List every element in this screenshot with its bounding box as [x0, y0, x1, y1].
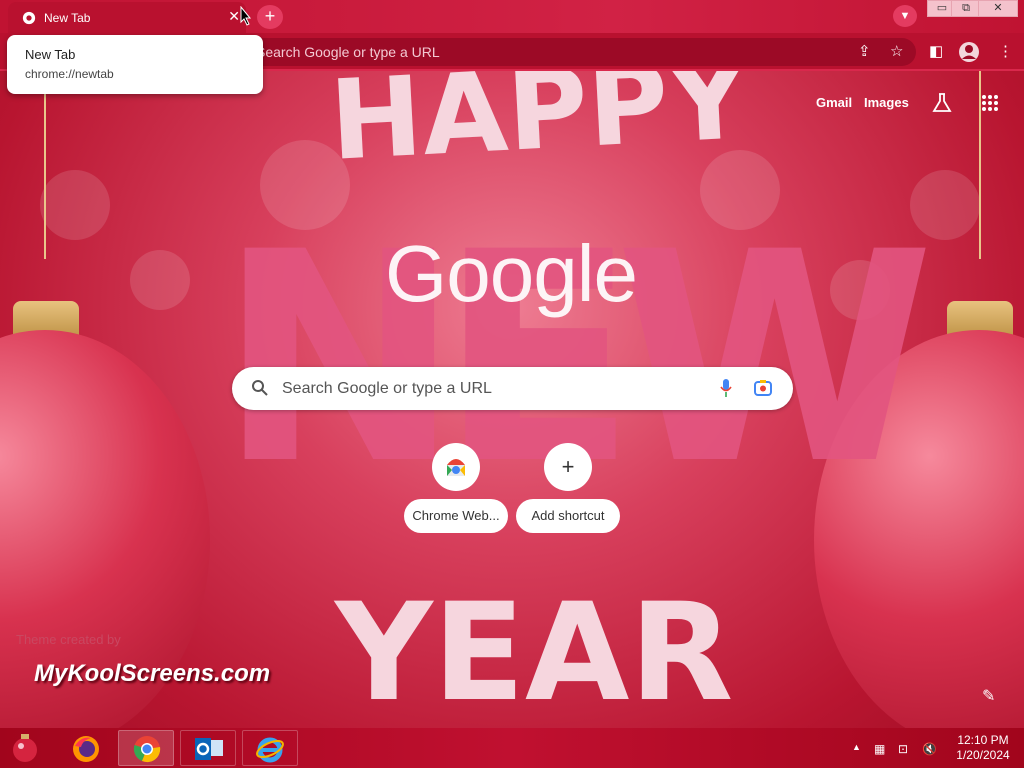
tray-volume-muted-icon[interactable]: 🔇 — [922, 742, 937, 756]
year-art: YEAR — [335, 574, 734, 731]
start-ornament-icon[interactable] — [8, 732, 42, 764]
restore-button[interactable]: ⧉ — [951, 0, 981, 17]
clock-date: 1/20/2024 — [956, 748, 1010, 762]
tab-hover-title: New Tab — [25, 47, 76, 62]
taskbar-firefox[interactable] — [58, 730, 114, 766]
add-shortcut-button[interactable]: + — [544, 443, 592, 491]
tab-hover-card: New Tab chrome://newtab — [7, 35, 263, 94]
mouse-cursor-icon — [240, 6, 252, 26]
taskbar — [0, 728, 1024, 768]
tray-network-icon[interactable]: ▦ — [874, 742, 885, 756]
google-logo: Google — [385, 229, 638, 318]
taskbar-internet-explorer[interactable] — [242, 730, 298, 766]
watermark-text: MyKoolScreens.com — [34, 660, 271, 687]
shortcut-chrome-web-store-label[interactable]: Chrome Web... — [404, 499, 508, 533]
tab-close-icon[interactable]: ✕ — [228, 8, 240, 25]
chrome-icon — [22, 11, 36, 25]
voice-search-icon[interactable] — [719, 378, 733, 398]
tab-hover-url: chrome://newtab — [25, 67, 114, 81]
search-box[interactable] — [232, 367, 793, 410]
firefox-icon — [73, 736, 99, 762]
system-clock[interactable]: 12:10 PM 1/20/2024 — [950, 733, 1016, 763]
tab-strip: New Tab ✕ + ▼ ▭ ⧉ ✕ — [0, 0, 1024, 33]
add-shortcut-label[interactable]: Add shortcut — [516, 499, 620, 533]
customize-pencil-icon[interactable]: ✎ — [982, 686, 995, 706]
images-link[interactable]: Images — [864, 95, 909, 110]
gmail-link[interactable]: Gmail — [816, 95, 852, 110]
tray-expand-icon[interactable]: ▲ — [852, 742, 861, 752]
google-apps-icon[interactable] — [981, 94, 999, 112]
chrome-icon — [133, 736, 161, 763]
more-menu-icon[interactable]: ⋮ — [998, 42, 1013, 60]
share-icon[interactable]: ⇪ — [858, 42, 871, 60]
shortcut-chrome-web-store[interactable] — [432, 443, 480, 491]
omnibox-input[interactable] — [256, 38, 816, 66]
labs-flask-icon[interactable] — [931, 92, 953, 114]
profile-avatar-icon[interactable] — [958, 41, 980, 63]
close-window-button[interactable]: ✕ — [978, 0, 1018, 17]
taskbar-chrome[interactable] — [118, 730, 174, 766]
bookmark-star-icon[interactable]: ☆ — [890, 42, 903, 60]
internet-explorer-icon — [256, 737, 284, 763]
tab-search-chevron-icon[interactable]: ▼ — [893, 5, 917, 27]
lens-icon[interactable] — [753, 378, 773, 398]
side-panel-icon[interactable]: ◧ — [929, 42, 943, 60]
search-icon — [252, 380, 268, 396]
theme-credit: Theme created by — [16, 632, 121, 647]
tab-new-tab[interactable]: New Tab ✕ — [8, 2, 246, 33]
chrome-web-store-icon — [447, 459, 465, 476]
new-tab-button[interactable]: + — [257, 5, 283, 29]
outlook-icon — [195, 738, 223, 760]
omnibox[interactable] — [226, 38, 916, 66]
tab-title: New Tab — [44, 11, 91, 25]
clock-time: 12:10 PM — [957, 733, 1009, 747]
search-input[interactable] — [282, 367, 702, 410]
tray-device-icon[interactable]: ⊡ — [898, 742, 908, 756]
taskbar-outlook[interactable] — [180, 730, 236, 766]
